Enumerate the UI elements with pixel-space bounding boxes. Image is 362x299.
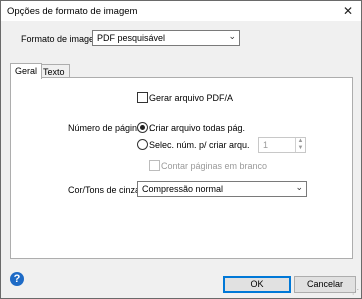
resize-grip-icon[interactable]: ⋰ — [352, 288, 359, 296]
radio-all-pages[interactable] — [137, 122, 148, 133]
stepper-arrows-icon[interactable]: ▲ ▼ — [295, 138, 305, 152]
count-blank-label: Contar páginas em branco — [161, 161, 268, 171]
color-label: Cor/Tons de cinza : — [68, 185, 146, 195]
radio-select-pages[interactable] — [137, 139, 148, 150]
close-icon[interactable]: ✕ — [339, 3, 357, 19]
cancel-button[interactable]: Cancelar — [294, 276, 356, 293]
dialog-window: Opções de formato de imagem ✕ Formato de… — [0, 0, 362, 299]
tab-geral-label: Geral — [15, 66, 38, 76]
color-select[interactable]: Compressão normal ⌄ — [137, 181, 307, 197]
window-title: Opções de formato de imagem — [7, 6, 138, 17]
tab-texto-label: Texto — [43, 67, 65, 77]
ok-button[interactable]: OK — [223, 276, 291, 293]
radio-select-pages-label: Selec. núm. p/ criar arqu. — [149, 140, 250, 150]
ok-button-label: OK — [250, 279, 264, 289]
help-icon[interactable]: ? — [10, 272, 24, 286]
title-bar: Opções de formato de imagem ✕ — [1, 1, 361, 21]
color-select-value: Compressão normal — [142, 184, 224, 194]
radio-all-pages-label: Criar arquivo todas pág. — [149, 123, 246, 133]
cancel-button-label: Cancelar — [306, 279, 344, 289]
pdfa-checkbox[interactable] — [137, 92, 148, 103]
pdfa-label: Gerar arquivo PDF/A — [149, 93, 234, 103]
format-select[interactable]: PDF pesquisável ⌄ — [92, 30, 240, 46]
chevron-down-icon: ⌄ — [295, 182, 303, 192]
tab-geral[interactable]: Geral — [10, 63, 43, 79]
pages-stepper[interactable]: 1 ▲ ▼ — [258, 137, 306, 153]
chevron-down-icon: ⌄ — [228, 31, 236, 41]
count-blank-checkbox[interactable] — [149, 160, 160, 171]
format-select-value: PDF pesquisável — [97, 33, 166, 43]
pages-stepper-value: 1 — [263, 140, 269, 150]
